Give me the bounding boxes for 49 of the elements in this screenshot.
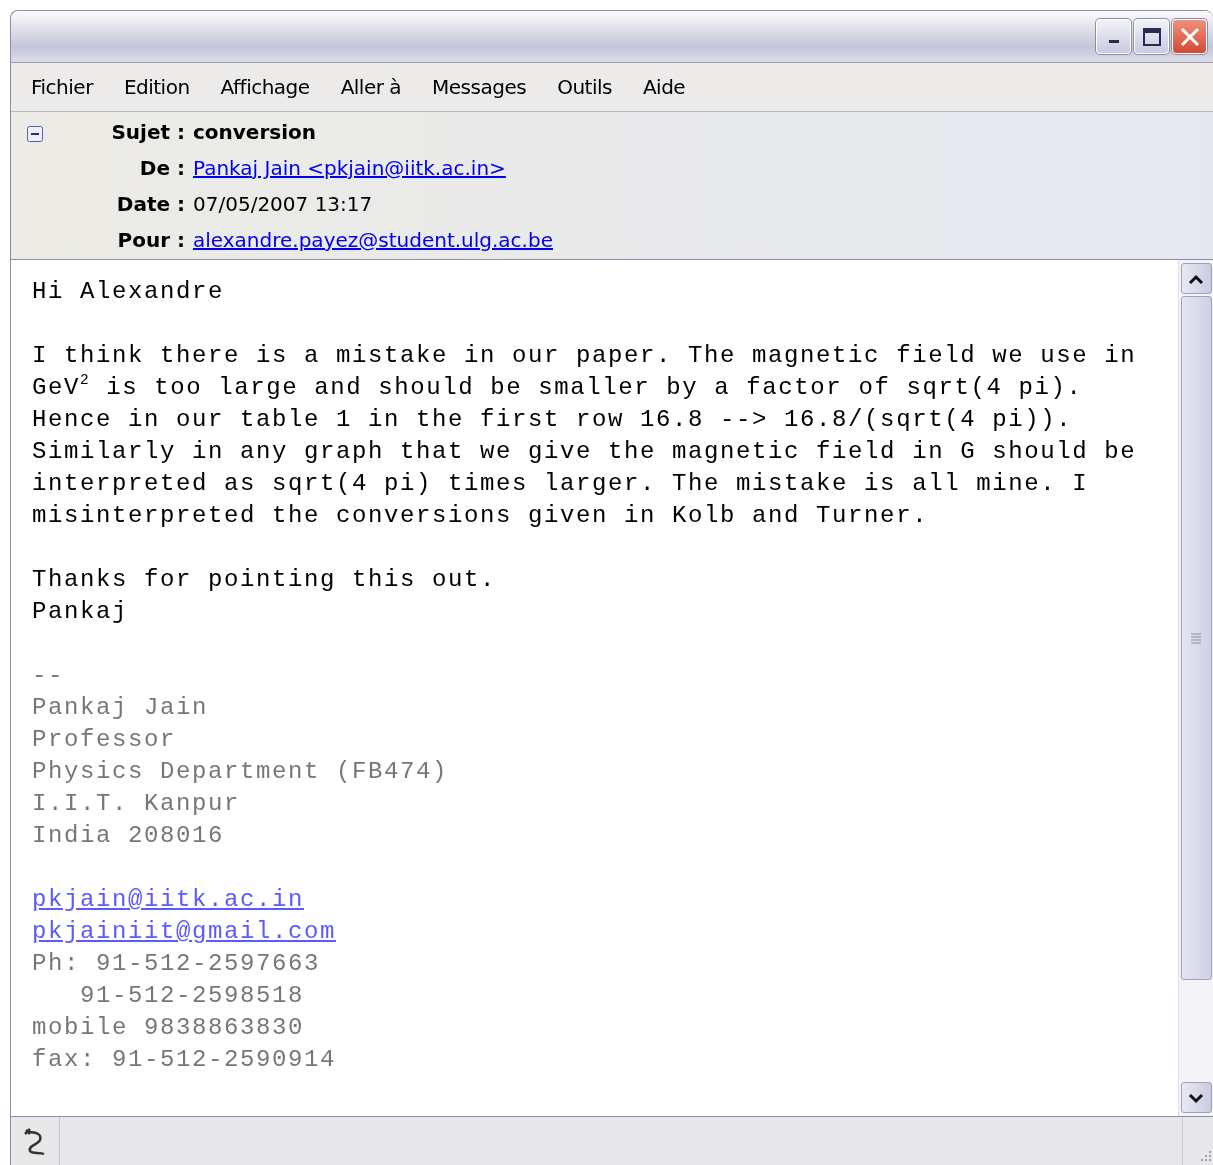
message-line: GeV$^{2}$ is too large and should be smaller by a factor of sqrt(4 pi). — [32, 372, 1083, 403]
menu-item[interactable]: Outils — [557, 75, 612, 99]
maximize-icon — [1141, 26, 1162, 47]
scroll-up-button[interactable] — [1180, 263, 1212, 294]
close-icon — [1178, 25, 1201, 48]
email-link[interactable]: pkjain@iitk.ac.in — [32, 884, 305, 916]
signature-line: 91-512-2598518 — [79, 981, 305, 1011]
message-line: Thanks for pointing this out. — [32, 565, 497, 595]
scroll-down-button[interactable] — [1180, 1082, 1212, 1113]
chevron-up-icon — [1188, 272, 1204, 285]
signature-line: India 208016 — [32, 821, 225, 851]
message-line: misinterpreted the conversions given in Kolb and Turner. — [32, 501, 929, 531]
message-line: I think there is a mistake in our paper. The magnetic field we use in — [32, 341, 1137, 371]
grip-lines-icon — [1190, 632, 1202, 644]
close-button[interactable] — [1172, 19, 1207, 54]
maximize-button[interactable] — [1134, 19, 1169, 54]
menu-item[interactable]: Edition — [123, 75, 190, 99]
signature-line: Pankaj Jain — [32, 693, 209, 723]
field-value: conversion — [193, 119, 317, 146]
message-line: interpreted as sqrt(4 pi) times larger. The mistake is all mine. I — [32, 469, 1089, 499]
signature-line: Physics Department (FB474) — [32, 757, 449, 787]
collapse-icon[interactable] — [27, 126, 43, 142]
field-label: Sujet : — [110, 119, 185, 146]
message-line: Hi Alexandre — [32, 277, 225, 307]
signature-line: Ph: 91-512-2597663 — [32, 949, 321, 979]
signature-line: -- — [32, 661, 64, 691]
menu-item[interactable]: Aide — [642, 75, 686, 99]
header-link[interactable]: alexandre.payez@student.ulg.ac.be — [193, 226, 553, 254]
menu-item[interactable]: Affichage — [220, 75, 310, 99]
minimize-button[interactable] — [1096, 19, 1131, 54]
minimize-icon — [1108, 40, 1119, 43]
menu-item[interactable]: Fichier — [31, 75, 93, 99]
chevron-down-icon — [1188, 1091, 1204, 1104]
signature-line: I.I.T. Kanpur — [32, 789, 241, 819]
message-line: Hence in our table 1 in the first row 16.8 --> 16.8/(sqrt(4 pi)). — [32, 405, 1073, 435]
message-line: Pankaj — [32, 597, 128, 627]
field-label: De : — [138, 155, 185, 182]
menu-item[interactable]: Aller à — [340, 75, 402, 99]
menu-item[interactable]: Messages — [432, 75, 527, 99]
signature-line: fax: 91-512-2590914 — [32, 1045, 337, 1075]
signature-line: Professor — [32, 725, 177, 755]
field-label: Pour : — [116, 227, 185, 254]
signature-line: mobile 9838863830 — [32, 1013, 305, 1043]
scroll-thumb[interactable] — [1180, 296, 1212, 980]
field-value: 07/05/2007 13:17 — [193, 191, 373, 218]
field-label: Date : — [115, 191, 185, 218]
header-link[interactable]: Pankaj Jain <pkjain@iitk.ac.in> — [193, 154, 506, 182]
email-link[interactable]: pkjainiit@gmail.com — [32, 916, 337, 948]
message-line: Similarly in any graph that we give the magnetic field in G should be — [32, 437, 1137, 467]
